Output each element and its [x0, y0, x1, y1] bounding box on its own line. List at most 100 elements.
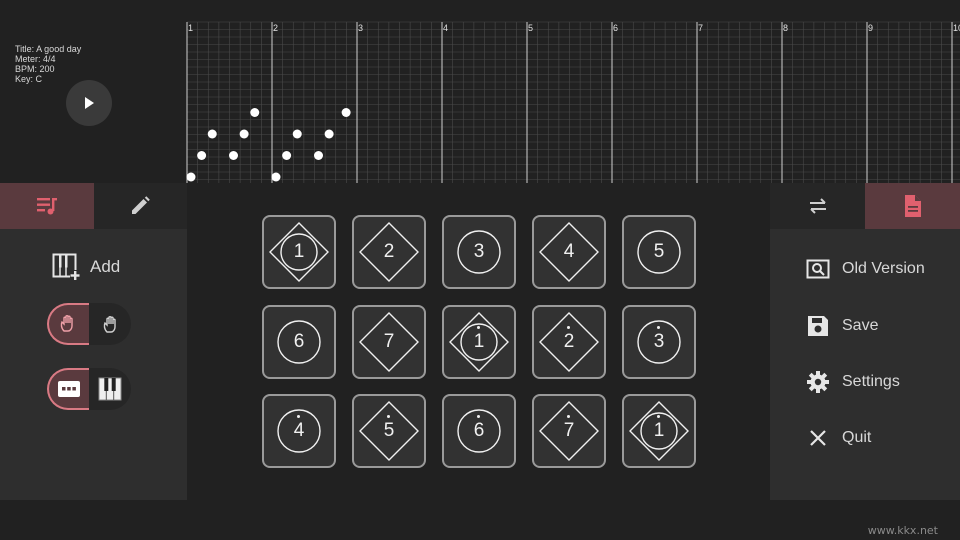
note-pad[interactable]: 6: [442, 394, 516, 468]
close-icon: [810, 430, 826, 446]
note-pad[interactable]: 4: [262, 394, 336, 468]
song-bpm: BPM: 200: [15, 64, 55, 74]
add-button[interactable]: Add: [52, 253, 120, 281]
note-pad[interactable]: 4: [532, 215, 606, 289]
octave-dot: [657, 415, 661, 418]
octave-dot: [477, 415, 481, 418]
measure-number: 1: [188, 23, 194, 33]
note-pad-label: 1: [654, 415, 664, 442]
note-pad-label-wrap: 7: [354, 307, 424, 377]
note-pad-label: 5: [384, 415, 394, 442]
note-pad-label: 2: [564, 325, 574, 353]
note-dot[interactable]: [314, 151, 323, 160]
note-dot[interactable]: [250, 108, 260, 117]
input-mode-pad[interactable]: [47, 368, 89, 410]
note-pad-label-wrap: 4: [264, 396, 334, 466]
note-pad[interactable]: 2: [532, 304, 606, 379]
note-dot[interactable]: [341, 108, 351, 117]
octave-dot: [477, 325, 481, 329]
piano-roll[interactable]: [186, 21, 960, 183]
tab-swap[interactable]: [770, 183, 865, 229]
menu-settings-label: Settings: [842, 373, 900, 390]
menu-save[interactable]: Save: [806, 314, 878, 338]
left-panel: Add: [0, 183, 187, 500]
note-pad-label: 3: [473, 241, 485, 262]
note-dot[interactable]: [197, 151, 207, 160]
note-pad-label-wrap: 3: [624, 307, 694, 377]
note-dot[interactable]: [292, 129, 302, 139]
measure-number: 10: [953, 23, 960, 33]
measure-number: 7: [698, 23, 704, 33]
tab-edit[interactable]: [93, 183, 187, 229]
hand-drag-icon: [103, 316, 116, 333]
right-panel: Old Version Save Settings Quit: [770, 183, 960, 500]
note-pad[interactable]: 3: [622, 304, 696, 379]
swap-icon: [809, 198, 826, 214]
hand-mode-tap[interactable]: [47, 303, 89, 345]
note-dot[interactable]: [282, 151, 292, 160]
right-tab-bar: [770, 183, 960, 229]
note-dot[interactable]: [186, 172, 196, 182]
note-pad-label-wrap: 1: [624, 396, 694, 466]
note-pad-label-wrap: 2: [534, 307, 604, 377]
note-pad-label-wrap: 5: [354, 396, 424, 466]
play-icon: [85, 97, 94, 109]
measure-number: 6: [613, 23, 619, 33]
play-button[interactable]: [66, 80, 112, 126]
note-pad-label: 2: [383, 241, 395, 262]
note-pad[interactable]: 5: [352, 394, 426, 468]
note-pad-label: 3: [654, 325, 664, 353]
octave-dot: [657, 325, 661, 329]
song-meter: Meter: 4/4: [15, 54, 56, 64]
measure-number: 3: [358, 23, 364, 33]
hand-mode-drag[interactable]: [89, 303, 131, 345]
pencil-icon: [132, 196, 151, 214]
note-dot[interactable]: [229, 151, 238, 160]
song-info: Title: A good day Meter: 4/4 BPM: 200 Ke…: [15, 44, 81, 84]
note-pad-label-wrap: 4: [534, 217, 604, 287]
playlist-music-icon: [36, 198, 57, 215]
menu-settings[interactable]: Settings: [806, 370, 900, 394]
note-pad-label-wrap: 6: [264, 307, 334, 377]
note-pad-label-wrap: 1: [444, 307, 514, 377]
note-pad[interactable]: 3: [442, 215, 516, 289]
note-pad[interactable]: 5: [622, 215, 696, 289]
tab-playlist[interactable]: [0, 183, 94, 229]
note-pad[interactable]: 2: [352, 215, 426, 289]
gear-icon: [807, 371, 829, 393]
tab-file[interactable]: [865, 183, 960, 229]
note-pad-label: 1: [293, 241, 305, 262]
note-pad-label: 6: [474, 415, 484, 442]
note-dot[interactable]: [271, 172, 281, 182]
song-key: Key: C: [15, 74, 43, 84]
note-pad[interactable]: 1: [442, 304, 516, 379]
note-dot[interactable]: [239, 129, 249, 139]
note-dot[interactable]: [207, 129, 217, 139]
add-note-icon: [52, 253, 80, 281]
piano-keys-icon: [98, 377, 122, 401]
measure-number: 4: [443, 23, 449, 33]
note-pad[interactable]: 1: [622, 394, 696, 468]
note-pad[interactable]: 7: [352, 304, 426, 379]
file-icon: [904, 195, 921, 217]
note-pad-label-wrap: 2: [354, 217, 424, 287]
menu-old-version-label: Old Version: [842, 260, 925, 277]
note-pad-label: 7: [564, 415, 574, 442]
menu-quit[interactable]: Quit: [806, 426, 871, 450]
song-title: Title: A good day: [15, 44, 82, 54]
menu-old-version[interactable]: Old Version: [806, 258, 925, 280]
measure-number: 9: [868, 23, 874, 33]
piano-roll-grid: [186, 21, 960, 183]
input-mode-toggle: [47, 368, 131, 410]
octave-dot: [567, 415, 571, 418]
note-pad[interactable]: 6: [262, 304, 336, 379]
note-dot[interactable]: [324, 129, 334, 139]
menu-quit-label: Quit: [842, 429, 872, 446]
note-pad-label: 5: [653, 241, 665, 262]
watermark: www.kkx.net: [867, 524, 938, 537]
note-pad[interactable]: 7: [532, 394, 606, 468]
note-pad-label: 7: [383, 330, 395, 352]
menu-save-label: Save: [842, 317, 879, 334]
note-pad[interactable]: 1: [262, 215, 336, 289]
input-mode-piano[interactable]: [89, 368, 131, 410]
